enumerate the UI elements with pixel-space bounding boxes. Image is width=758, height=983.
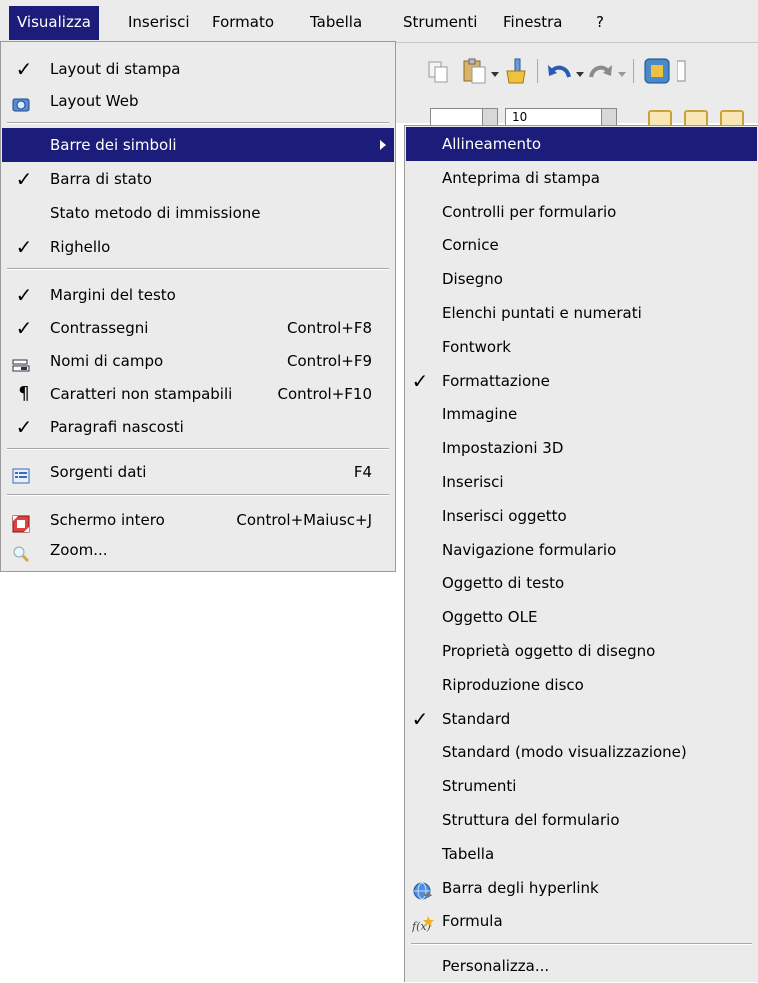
menu-item-layout-web[interactable]: Layout Web — [2, 84, 394, 118]
data-sources-icon — [12, 463, 30, 484]
menu-separator — [7, 122, 389, 124]
menu-item-sorgenti-dati[interactable]: Sorgenti dati F4 — [2, 455, 394, 489]
submenu-item-formula[interactable]: f(x) Formula — [406, 904, 757, 938]
toolbar-separator — [537, 59, 538, 83]
check-icon: ✓ — [15, 283, 33, 307]
chevron-down-icon[interactable] — [482, 109, 497, 125]
menu-inserisci[interactable]: Inserisci — [120, 6, 198, 40]
bold-icon[interactable] — [648, 110, 672, 126]
submenu-item-proprieta-oggetto-disegno[interactable]: Proprietà oggetto di disegno — [406, 634, 757, 668]
menu-visualizza[interactable]: Visualizza — [9, 6, 99, 40]
toolbars-submenu: Allineamento Anteprima di stampa Control… — [404, 125, 758, 982]
hyperlink-bar-icon — [412, 879, 433, 900]
submenu-item-oggetto-testo[interactable]: Oggetto di testo — [406, 566, 757, 600]
menu-item-caratteri-non-stampabili[interactable]: ¶ Caratteri non stampabili Control+F10 — [2, 377, 394, 411]
menu-separator — [7, 494, 389, 496]
submenu-item-strumenti[interactable]: Strumenti — [406, 769, 757, 803]
check-icon: ✓ — [15, 316, 33, 340]
menu-tabella[interactable]: Tabella — [302, 6, 370, 40]
zoom-icon — [12, 541, 30, 563]
menu-item-margini-testo[interactable]: ✓ Margini del testo — [2, 278, 394, 312]
submenu-item-oggetto-ole[interactable]: Oggetto OLE — [406, 600, 757, 634]
submenu-item-allineamento[interactable]: Allineamento — [406, 127, 757, 161]
shortcut-text: Control+F10 — [277, 385, 372, 403]
chevron-down-icon[interactable] — [601, 109, 616, 125]
redo-icon[interactable] — [587, 59, 613, 85]
submenu-item-personalizza[interactable]: Personalizza... — [406, 949, 757, 983]
menu-item-barra-stato[interactable]: ✓ Barra di stato — [2, 162, 394, 196]
menu-finestra[interactable]: Finestra — [495, 6, 571, 40]
undo-icon[interactable] — [547, 59, 573, 85]
submenu-item-standard[interactable]: ✓ Standard — [406, 702, 757, 736]
paste-dropdown-icon[interactable] — [490, 65, 500, 91]
menu-separator — [7, 268, 389, 270]
style-combo[interactable] — [430, 108, 498, 125]
clone-formatting-icon[interactable] — [503, 57, 529, 84]
submenu-item-riproduzione-disco[interactable]: Riproduzione disco — [406, 668, 757, 702]
check-icon: ✓ — [411, 707, 429, 731]
menu-formato[interactable]: Formato — [204, 6, 282, 40]
check-icon: ✓ — [411, 369, 429, 393]
submenu-item-inserisci[interactable]: Inserisci — [406, 465, 757, 499]
submenu-item-struttura-formulario[interactable]: Struttura del formulario — [406, 803, 757, 837]
submenu-item-tabella[interactable]: Tabella — [406, 837, 757, 871]
menu-item-barre-simboli[interactable]: Barre dei simboli — [2, 128, 394, 162]
fullscreen-icon — [12, 511, 30, 533]
formula-icon: f(x) — [411, 912, 434, 933]
submenu-item-inserisci-oggetto[interactable]: Inserisci oggetto — [406, 499, 757, 533]
check-icon: ✓ — [15, 167, 33, 191]
menu-item-paragrafi-nascosti[interactable]: ✓ Paragrafi nascosti — [2, 410, 394, 444]
copy-icon[interactable] — [425, 59, 451, 85]
field-names-icon — [12, 352, 30, 372]
italic-icon[interactable] — [684, 110, 708, 126]
redo-dropdown-icon[interactable] — [617, 65, 627, 91]
menu-item-righello[interactable]: ✓ Righello — [2, 230, 394, 264]
submenu-arrow-icon — [380, 140, 386, 150]
font-size-value: 10 — [512, 110, 528, 124]
menu-separator — [7, 448, 389, 450]
menu-item-zoom[interactable]: Zoom... — [2, 533, 394, 567]
view-menu: ✓ Layout di stampa Layout Web Barre dei … — [0, 41, 396, 572]
shortcut-text: Control+F8 — [287, 319, 372, 337]
shortcut-text: F4 — [353, 463, 372, 481]
font-size-combo[interactable]: 10 — [505, 108, 617, 125]
check-icon: ✓ — [15, 415, 33, 439]
menu-strumenti[interactable]: Strumenti — [395, 6, 485, 40]
submenu-item-anteprima-stampa[interactable]: Anteprima di stampa — [406, 161, 757, 195]
web-layout-icon — [12, 92, 30, 112]
toolbar-separator — [633, 59, 634, 83]
menu-item-stato-metodo[interactable]: Stato metodo di immissione — [2, 196, 394, 230]
submenu-item-standard-visualizzazione[interactable]: Standard (modo visualizzazione) — [406, 735, 757, 769]
menu-item-nomi-campo[interactable]: Nomi di campo Control+F9 — [2, 344, 394, 378]
submenu-item-cornice[interactable]: Cornice — [406, 228, 757, 262]
menu-item-layout-stampa[interactable]: ✓ Layout di stampa — [2, 52, 394, 86]
submenu-item-disegno[interactable]: Disegno — [406, 262, 757, 296]
navigator-icon[interactable] — [643, 57, 670, 84]
pilcrow-icon: ¶ — [18, 383, 30, 404]
submenu-item-immagine[interactable]: Immagine — [406, 397, 757, 431]
submenu-item-controlli-formulario[interactable]: Controlli per formulario — [406, 195, 757, 229]
paste-icon[interactable] — [461, 57, 487, 84]
submenu-item-impostazioni-3d[interactable]: Impostazioni 3D — [406, 431, 757, 465]
menu-item-contrassegni[interactable]: ✓ Contrassegni Control+F8 — [2, 311, 394, 345]
shortcut-text: Control+Maiusc+J — [236, 511, 372, 529]
check-icon: ✓ — [15, 57, 33, 81]
menu-item-schermo-intero[interactable]: Schermo intero Control+Maiusc+J — [2, 503, 394, 537]
shortcut-text: Control+F9 — [287, 352, 372, 370]
submenu-item-formattazione[interactable]: ✓ Formattazione — [406, 364, 757, 398]
toolbar-overflow-icon[interactable] — [676, 57, 687, 83]
menu-bar: Visualizza Inserisci Formato Tabella Str… — [0, 0, 758, 43]
submenu-item-navigazione-formulario[interactable]: Navigazione formulario — [406, 533, 757, 567]
submenu-item-barra-hyperlink[interactable]: Barra degli hyperlink — [406, 871, 757, 905]
underline-icon[interactable] — [720, 110, 744, 126]
submenu-item-fontwork[interactable]: Fontwork — [406, 330, 757, 364]
submenu-item-elenchi-puntati[interactable]: Elenchi puntati e numerati — [406, 296, 757, 330]
menu-separator — [411, 943, 752, 945]
undo-dropdown-icon[interactable] — [575, 65, 585, 91]
check-icon: ✓ — [15, 235, 33, 259]
menu-help[interactable]: ? — [588, 6, 612, 40]
